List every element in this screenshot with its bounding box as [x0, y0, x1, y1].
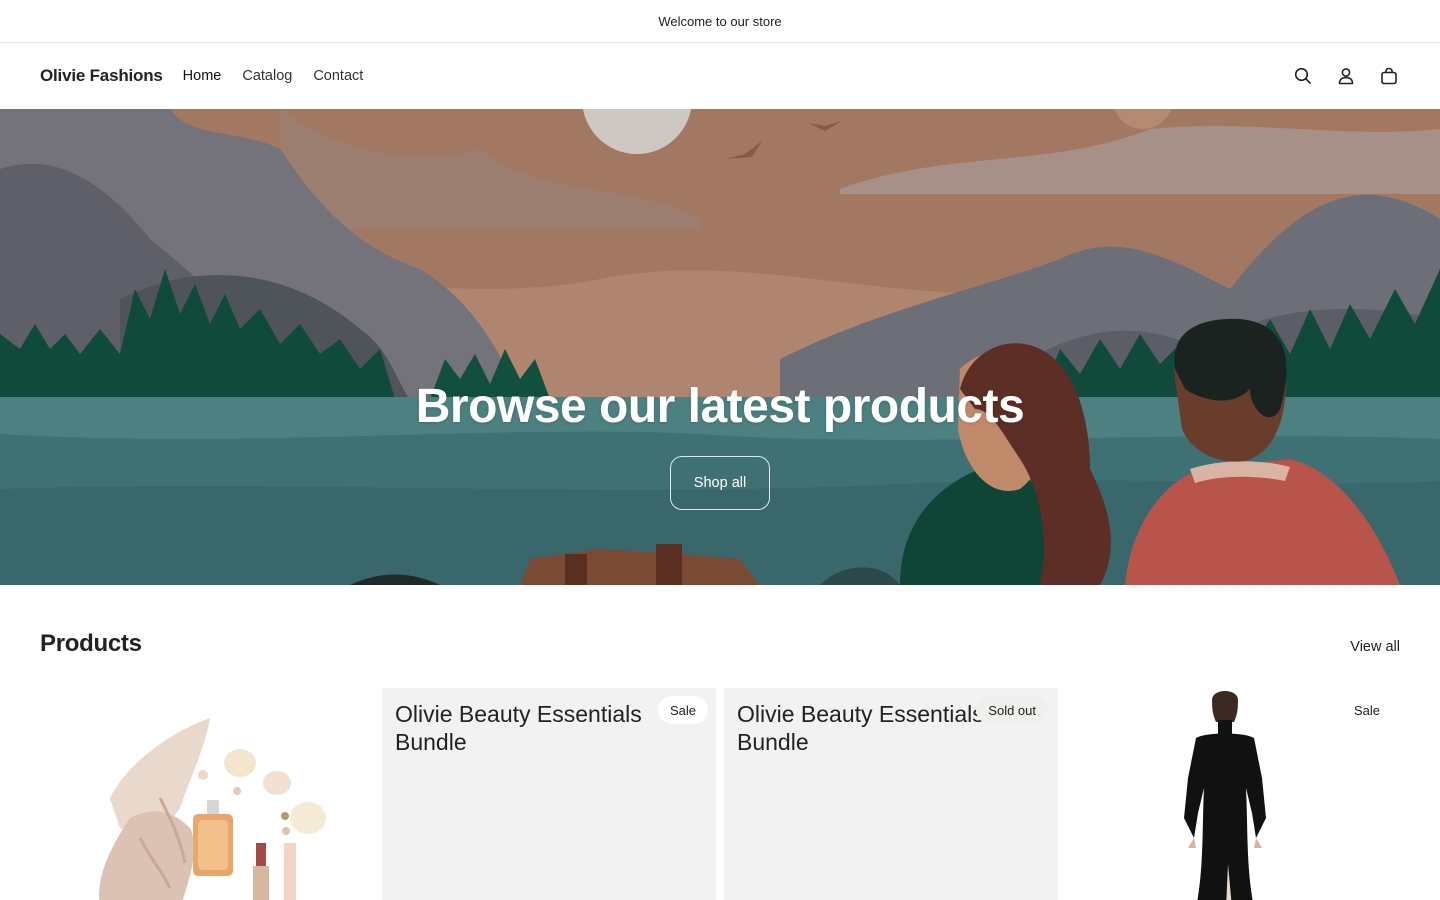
- header-icons: [1292, 43, 1400, 109]
- hero-title: Browse our latest products: [415, 380, 1025, 433]
- site-header: Olivie Fashions Home Catalog Contact: [0, 43, 1440, 109]
- product-grid: Olivie Beauty Essentials Bundle Sale Oli…: [40, 688, 1400, 900]
- nav-catalog[interactable]: Catalog: [242, 68, 292, 84]
- hero-illustration: [0, 109, 1440, 585]
- account-icon[interactable]: [1335, 65, 1357, 87]
- product-title[interactable]: Olivie Beauty Essentials Bundle: [395, 700, 665, 756]
- product-title[interactable]: Olivie Beauty Essentials Bundle: [737, 700, 1007, 756]
- cart-icon[interactable]: [1378, 65, 1400, 87]
- announcement-bar: Welcome to our store: [0, 0, 1440, 43]
- sale-badge: Sale: [657, 696, 708, 724]
- products-title: Products: [40, 630, 142, 657]
- nav-contact[interactable]: Contact: [313, 68, 363, 84]
- hero-content: Browse our latest products Shop all: [0, 379, 1440, 510]
- hero-banner: Browse our latest products Shop all: [0, 109, 1440, 585]
- product-card[interactable]: [40, 688, 374, 900]
- shop-all-button[interactable]: Shop all: [670, 456, 770, 510]
- nav-home[interactable]: Home: [183, 68, 222, 84]
- products-section: Products View all Olivie Beauty Essentia…: [0, 585, 1440, 900]
- announcement-text: Welcome to our store: [658, 13, 782, 29]
- product-card[interactable]: Sale: [1066, 688, 1400, 900]
- search-icon[interactable]: [1292, 65, 1314, 87]
- sold-out-badge: Sold out: [976, 696, 1048, 724]
- product-card[interactable]: Olivie Beauty Essentials Bundle Sale: [382, 688, 716, 900]
- store-logo[interactable]: Olivie Fashions: [40, 66, 163, 86]
- main-nav: Home Catalog Contact: [183, 68, 364, 84]
- view-all-link[interactable]: View all: [1350, 639, 1400, 655]
- product-card[interactable]: Olivie Beauty Essentials Bundle Sold out: [724, 688, 1058, 900]
- products-header: Products View all: [40, 585, 1400, 688]
- beauty-products-image: [40, 688, 374, 900]
- sale-badge: Sale: [1341, 696, 1392, 724]
